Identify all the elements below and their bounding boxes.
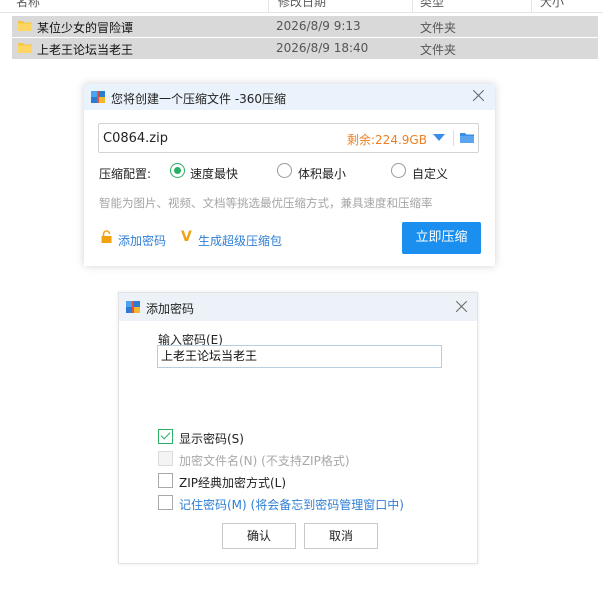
file-type: 文件夹 <box>420 21 457 35</box>
file-type: 文件夹 <box>420 43 457 57</box>
column-modified[interactable]: 修改日期 <box>278 0 326 10</box>
column-size[interactable]: 大小 <box>540 0 564 10</box>
zip-classic-encryption-checkbox[interactable] <box>158 473 173 488</box>
file-row[interactable]: 上老王论坛当老王 2026/8/9 18:40 文件夹 <box>12 38 598 59</box>
archive-filename[interactable]: C0864.zip <box>103 131 168 146</box>
compress-now-button[interactable]: 立即压缩 <box>402 222 481 254</box>
compress-dialog: 您将创建一个压缩文件 -360压缩 C0864.zip 剩余:224.9GB 压… <box>84 84 495 266</box>
file-list-header: 名称 修改日期 类型 大小 <box>0 0 603 13</box>
radio-custom[interactable] <box>391 163 406 178</box>
cancel-button[interactable]: 取消 <box>304 523 378 549</box>
archive-filename-field[interactable]: C0864.zip 剩余:224.9GB <box>98 123 479 153</box>
column-divider[interactable] <box>268 0 269 12</box>
archive-app-icon <box>91 91 105 103</box>
lock-icon[interactable] <box>100 230 113 243</box>
super-package-icon[interactable]: V <box>181 229 192 245</box>
super-package-link[interactable]: 生成超级压缩包 <box>198 232 282 249</box>
file-name: 上老王论坛当老王 <box>37 43 134 57</box>
show-password-label[interactable]: 显示密码(S) <box>179 430 244 447</box>
remember-password-label[interactable]: 记住密码(M) (将会备忘到密码管理窗口中) <box>179 496 404 513</box>
compress-dialog-titlebar[interactable]: 您将创建一个压缩文件 -360压缩 <box>84 84 495 110</box>
remember-password-checkbox[interactable] <box>158 495 173 510</box>
zip-classic-encryption-label[interactable]: ZIP经典加密方式(L) <box>179 474 286 491</box>
disk-space-remaining: 剩余:224.9GB <box>347 133 427 147</box>
password-dialog-titlebar[interactable]: 添加密码 <box>119 293 477 321</box>
column-divider[interactable] <box>412 0 413 12</box>
folder-icon <box>18 43 32 53</box>
close-icon[interactable] <box>470 88 486 104</box>
add-password-link[interactable]: 添加密码 <box>118 232 166 249</box>
radio-smallest[interactable] <box>277 163 292 178</box>
file-modified: 2026/8/9 18:40 <box>276 41 369 55</box>
column-type[interactable]: 类型 <box>420 0 444 10</box>
file-modified: 2026/8/9 9:13 <box>276 19 361 33</box>
column-name[interactable]: 名称 <box>16 0 40 10</box>
confirm-button[interactable]: 确认 <box>222 523 296 549</box>
compression-config-label: 压缩配置: <box>99 167 152 181</box>
password-input[interactable]: 上老王论坛当老王 <box>157 345 442 368</box>
radio-fastest[interactable] <box>170 163 185 178</box>
show-password-checkbox[interactable] <box>158 429 173 444</box>
password-dialog-title: 添加密码 <box>146 302 195 316</box>
compression-hint: 智能为图片、视频、文档等挑选最优压缩方式，兼具速度和压缩率 <box>99 196 433 210</box>
file-name: 某位少女的冒险谭 <box>37 21 134 35</box>
file-row[interactable]: 某位少女的冒险谭 2026/8/9 9:13 文件夹 <box>12 16 598 37</box>
radio-fastest-label[interactable]: 速度最快 <box>190 165 238 182</box>
password-dialog: 添加密码 输入密码(E) 上老王论坛当老王 显示密码(S) 加密文件名(N) (… <box>118 292 478 564</box>
column-divider[interactable] <box>531 0 532 12</box>
folder-icon <box>18 21 32 31</box>
divider <box>453 130 454 146</box>
compress-dialog-title: 您将创建一个压缩文件 -360压缩 <box>111 92 287 106</box>
encrypt-filenames-checkbox <box>158 451 173 466</box>
encrypt-filenames-label: 加密文件名(N) (不支持ZIP格式) <box>179 454 350 468</box>
radio-smallest-label[interactable]: 体积最小 <box>298 165 346 182</box>
archive-app-icon <box>126 301 140 313</box>
radio-custom-label[interactable]: 自定义 <box>412 165 448 182</box>
chevron-down-icon[interactable] <box>433 134 445 141</box>
close-icon[interactable] <box>453 299 469 315</box>
browse-folder-icon[interactable] <box>460 132 474 143</box>
